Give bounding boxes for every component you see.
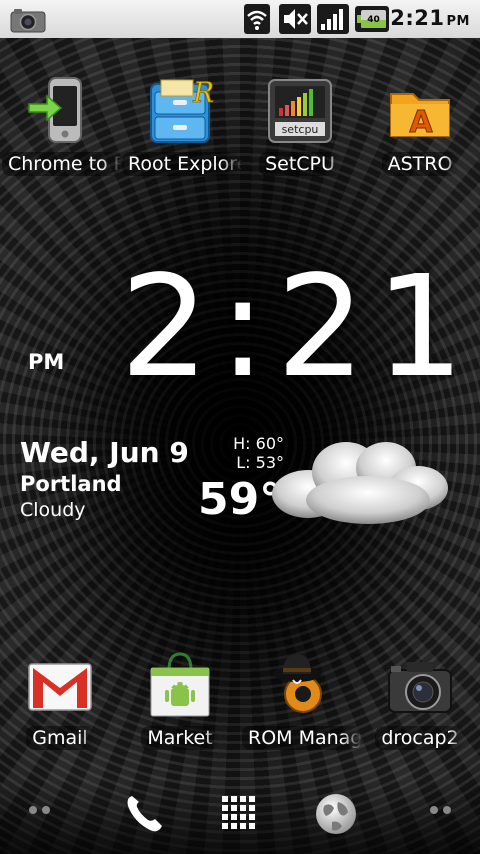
battery-level: 40: [367, 15, 380, 25]
weather-date[interactable]: Wed, Jun 9: [20, 436, 189, 469]
battery-icon: 40: [355, 6, 389, 32]
home-screen: 40 2:21PM Chrome to Phone R Root Explore…: [0, 0, 480, 854]
gmail-icon: [28, 663, 92, 711]
setcpu-icon: setcpu: [268, 79, 332, 143]
app-drawer-icon[interactable]: [220, 794, 260, 834]
weather-condition: Cloudy: [20, 499, 86, 521]
clock-ampm: PM: [28, 350, 65, 374]
file-cabinet-icon: R: [150, 76, 214, 143]
clock-time[interactable]: 2:21: [120, 258, 474, 398]
phone-icon[interactable]: [122, 792, 166, 836]
dock: [0, 780, 480, 854]
right-dots-icon[interactable]: [428, 804, 452, 816]
market-bag-icon: [150, 652, 210, 717]
app-setcpu[interactable]: setcpu SetCPU: [242, 76, 358, 180]
app-gmail[interactable]: Gmail: [2, 650, 118, 754]
app-label: Market: [141, 726, 219, 750]
status-ampm: PM: [446, 14, 470, 29]
left-dots-icon[interactable]: [28, 804, 52, 816]
signal-icon: [317, 4, 349, 34]
app-label: Chrome to Phone: [2, 152, 122, 176]
svg-text:setcpu: setcpu: [282, 123, 319, 136]
app-label: drocap2: [375, 726, 465, 750]
browser-globe-icon[interactable]: [314, 792, 358, 836]
rom-manager-icon: [273, 654, 322, 713]
app-root-explorer[interactable]: R Root Explorer: [122, 76, 242, 180]
app-label: Root Explorer: [122, 152, 242, 176]
app-label: SetCPU: [259, 152, 341, 176]
app-label: Gmail: [26, 726, 94, 750]
status-bar[interactable]: 40 2:21 PM: [0, 0, 480, 38]
mute-icon: [279, 4, 311, 34]
app-market[interactable]: Market: [122, 650, 238, 754]
svg-text:A: A: [409, 105, 433, 140]
app-label: ASTRO: [381, 152, 459, 176]
camera-icon: [388, 662, 452, 713]
status-bar-clock: 2:21 PM: [390, 6, 470, 30]
app-label: ROM Manager: [242, 726, 362, 750]
app-rom-manager[interactable]: ROM Manager: [242, 650, 362, 754]
svg-text:R: R: [192, 76, 214, 109]
status-time: 2:21: [390, 6, 445, 30]
app-drocap2[interactable]: drocap2: [362, 650, 478, 754]
folder-a-icon: A: [390, 93, 450, 141]
app-astro[interactable]: A ASTRO: [362, 76, 478, 180]
phone-arrow-icon: [28, 77, 82, 143]
cloud-icon: [272, 442, 448, 524]
camera-notification-icon: [10, 9, 46, 33]
weather-city: Portland: [20, 472, 122, 496]
app-chrome-to-phone[interactable]: Chrome to Phone: [2, 76, 122, 180]
wifi-icon: [244, 4, 270, 34]
